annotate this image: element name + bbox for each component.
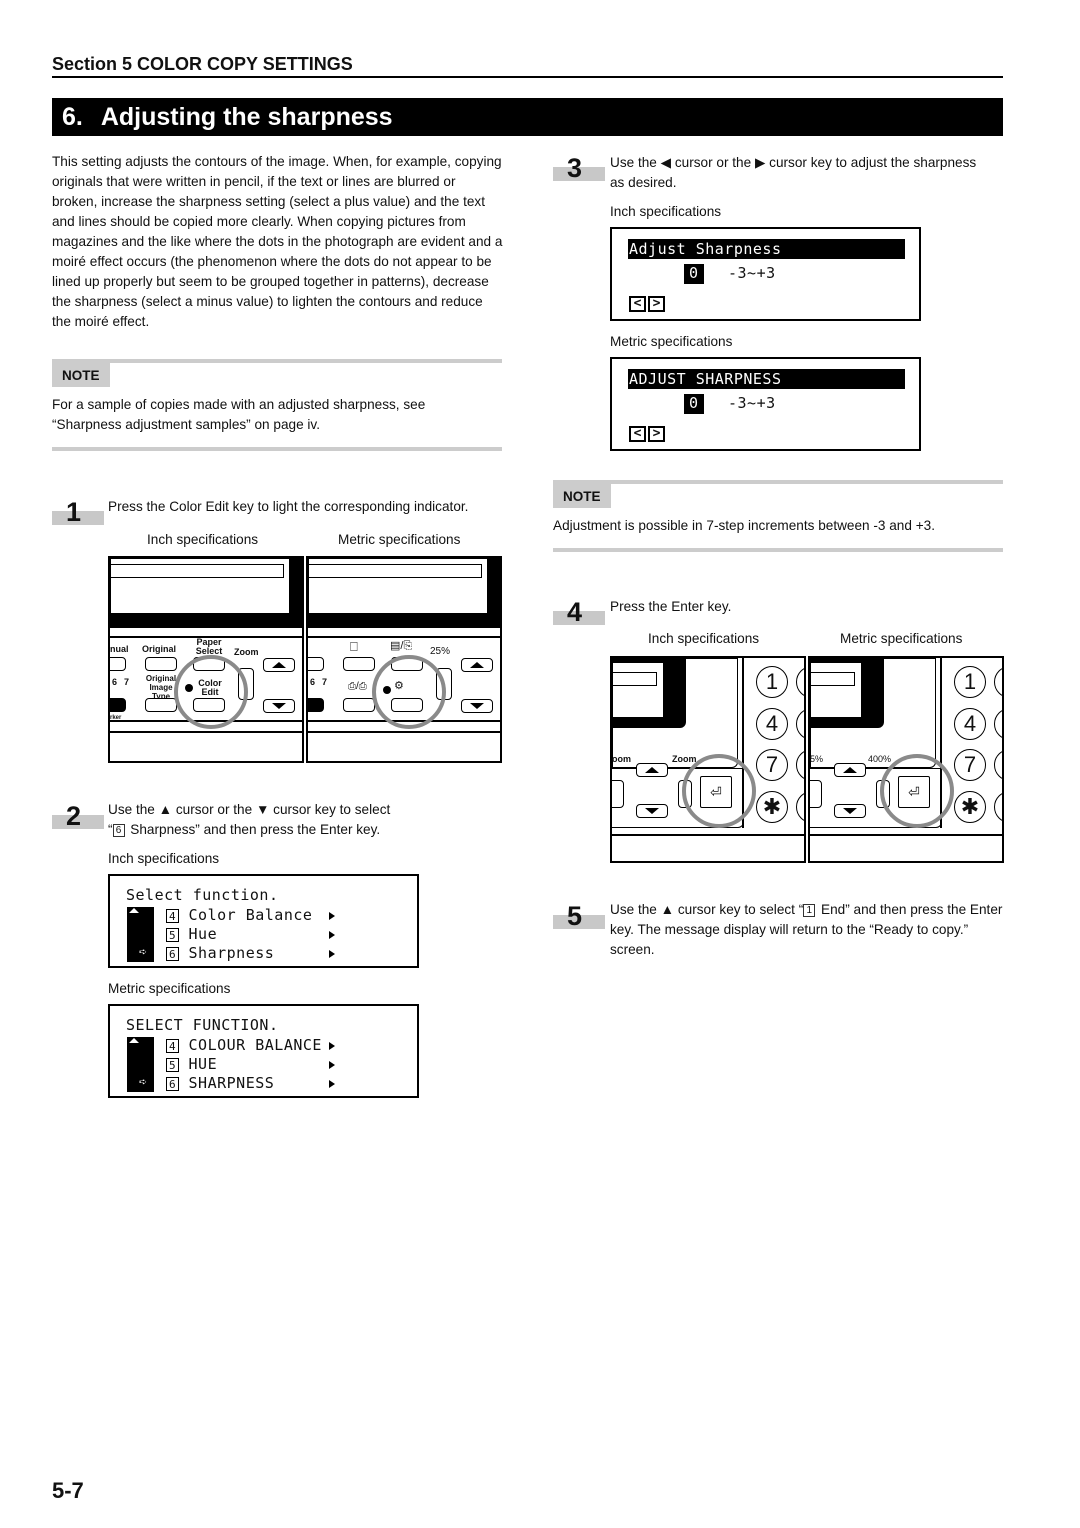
step-5-text: Use the ▲ cursor key to select “1 End” a… bbox=[610, 902, 1003, 957]
metric-spec-label: Metric specifications bbox=[338, 532, 461, 547]
zoom-down-button[interactable] bbox=[263, 699, 295, 713]
sharpness-range: -3~+3 bbox=[728, 264, 776, 282]
key-1[interactable]: 1 bbox=[954, 666, 986, 698]
note-label: NOTE bbox=[553, 484, 611, 508]
key-4[interactable]: 4 bbox=[954, 708, 986, 740]
image-type-icon: ⎙/⎙ bbox=[348, 681, 367, 692]
down-cursor-button[interactable] bbox=[834, 804, 866, 818]
zoom-up-button[interactable] bbox=[461, 658, 493, 672]
scroll-bar: ➪ bbox=[127, 1037, 154, 1092]
scroll-up-icon bbox=[129, 1038, 139, 1043]
original-label: Original bbox=[142, 644, 177, 654]
metric-spec-label: Metric specifications bbox=[840, 631, 963, 646]
note-box-1: NOTE For a sample of copies made with an… bbox=[52, 359, 502, 451]
key-6-icon: 6 bbox=[112, 824, 125, 837]
page-number: 5-7 bbox=[52, 1478, 84, 1503]
highlight-circle bbox=[682, 754, 756, 828]
right-cursor-icon: > bbox=[648, 426, 665, 442]
original-image-type-label: Original Image Type bbox=[145, 674, 177, 701]
cursor-arrow-icon: ➪ bbox=[139, 945, 147, 960]
highlight-circle bbox=[174, 655, 248, 729]
step-1-text: Press the Color Edit key to light the co… bbox=[108, 499, 469, 514]
manual-label: nual bbox=[110, 644, 129, 654]
sharpness-value: 0 bbox=[689, 394, 699, 412]
step-number-5: 5 bbox=[553, 901, 605, 931]
note-divider bbox=[553, 548, 1003, 552]
control-panel-metric-step4: 5% 400% ⏎ 1 4 7 ✱ bbox=[808, 656, 1004, 863]
inch-spec-label: Inch specifications bbox=[147, 532, 259, 547]
inch-spec-label: Inch specifications bbox=[610, 204, 722, 219]
key-star[interactable]: ✱ bbox=[756, 791, 788, 823]
note-label: NOTE bbox=[52, 363, 110, 387]
paper-select-label: Paper Select bbox=[195, 637, 223, 656]
original-image-type-button[interactable] bbox=[145, 698, 177, 712]
note-text: Adjustment is possible in 7-step increme… bbox=[553, 518, 935, 533]
metric-spec-label: Metric specifications bbox=[610, 334, 733, 349]
title-number: 6. bbox=[62, 103, 83, 131]
metric-spec-label: Metric specifications bbox=[108, 981, 231, 996]
scroll-up-icon bbox=[129, 908, 139, 913]
note-text: For a sample of copies made with an adju… bbox=[52, 397, 426, 432]
control-panel-inch-step1: nual Original Paper Select Zoom 6 7 Orig… bbox=[108, 556, 304, 763]
left-cursor-button[interactable] bbox=[810, 780, 822, 808]
key-4[interactable]: 4 bbox=[756, 708, 788, 740]
left-cursor-button[interactable] bbox=[612, 780, 624, 808]
left-cursor-icon: < bbox=[629, 296, 646, 312]
step-3-text: Use the ◀ cursor or the ▶ cursor key to … bbox=[610, 155, 977, 190]
key-7[interactable]: 7 bbox=[756, 749, 788, 781]
inch-spec-label: Inch specifications bbox=[108, 851, 220, 866]
inch-spec-label: Inch specifications bbox=[648, 631, 760, 646]
highlight-circle bbox=[372, 655, 446, 729]
zoom-up-button[interactable] bbox=[263, 658, 295, 672]
key-star[interactable]: ✱ bbox=[954, 791, 986, 823]
step-number-1: 1 bbox=[52, 497, 104, 527]
key-1-icon: 1 bbox=[803, 904, 816, 917]
note-divider bbox=[52, 447, 502, 451]
highlight-circle bbox=[880, 754, 954, 828]
step-2-text: Use the ▲ cursor or the ▼ cursor key to … bbox=[108, 802, 391, 837]
zoom-percent-label: 25% bbox=[430, 646, 451, 657]
up-cursor-button[interactable] bbox=[636, 763, 668, 777]
section-header: Section 5 COLOR COPY SETTINGS bbox=[52, 54, 1003, 78]
cursor-arrow-icon: ➪ bbox=[139, 1075, 147, 1090]
key-1[interactable]: 1 bbox=[756, 666, 788, 698]
step-4-text: Press the Enter key. bbox=[610, 599, 732, 614]
original-button[interactable] bbox=[145, 657, 177, 671]
sharpness-range: -3~+3 bbox=[728, 394, 776, 412]
lcd-adjust-sharpness-inch: Adjust Sharpness 0 -3~+3 < > bbox=[610, 227, 921, 321]
step-number-2: 2 bbox=[52, 801, 104, 831]
zoom-down-button[interactable] bbox=[461, 699, 493, 713]
zoom-label: Zoom bbox=[234, 647, 259, 657]
sharpness-value: 0 bbox=[689, 264, 699, 282]
note-box-2: NOTE Adjustment is possible in 7-step in… bbox=[553, 480, 1003, 552]
up-cursor-button[interactable] bbox=[834, 763, 866, 777]
intro-paragraph: This setting adjusts the contours of the… bbox=[52, 154, 503, 329]
manual-button[interactable] bbox=[110, 657, 126, 671]
left-cursor-icon: < bbox=[629, 426, 646, 442]
lcd-adjust-sharpness-metric: ADJUST SHARPNESS 0 -3~+3 < > bbox=[610, 357, 921, 451]
control-panel-metric-step1: ⎕ ▤/⎘ 25% 6 7 ⎙/⎙ ⚙ bbox=[306, 556, 502, 763]
right-cursor-icon: > bbox=[648, 296, 665, 312]
down-cursor-button[interactable] bbox=[636, 804, 668, 818]
scroll-bar: ➪ bbox=[127, 907, 154, 962]
step-number-4: 4 bbox=[553, 597, 605, 627]
page-title: 6. Adjusting the sharpness bbox=[52, 98, 1003, 136]
key-7[interactable]: 7 bbox=[954, 749, 986, 781]
title-text: Adjusting the sharpness bbox=[100, 103, 393, 131]
lcd-select-function-inch: Select function. ➪ 4 Color Balance 5 Hue… bbox=[108, 874, 419, 968]
control-panel-inch-step4: oom Zoom ⏎ 1 4 7 ✱ bbox=[610, 656, 806, 863]
paper-icon: ⎕ bbox=[350, 639, 358, 654]
paper-select-icon: ▤/⎘ bbox=[390, 640, 413, 652]
step-number-3: 3 bbox=[553, 153, 605, 183]
lcd-select-function-metric: SELECT FUNCTION. ➪ 4 COLOUR BALANCE 5 HU… bbox=[108, 1004, 419, 1098]
